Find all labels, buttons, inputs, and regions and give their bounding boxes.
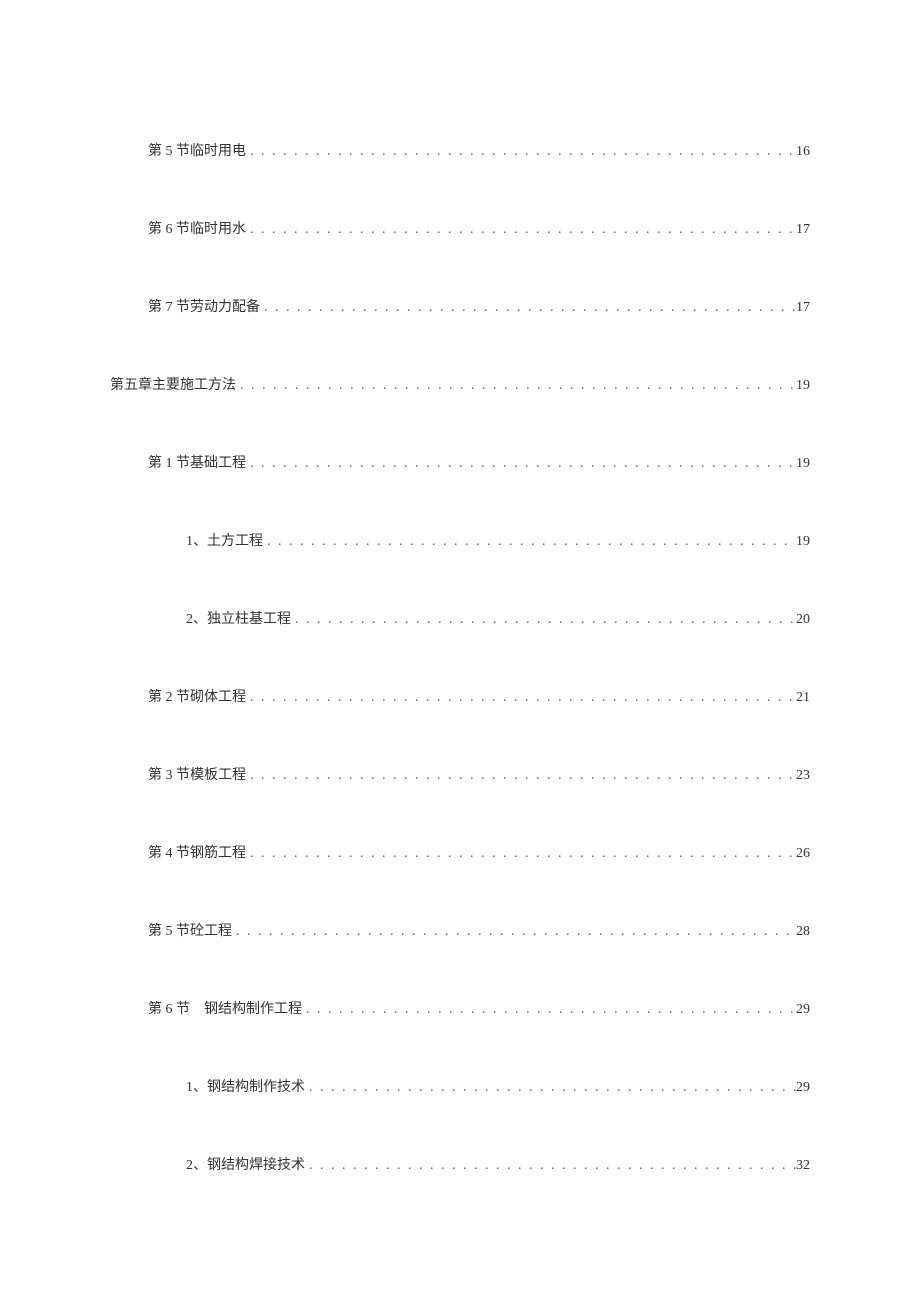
toc-dots bbox=[305, 1080, 796, 1096]
toc-page: 23 bbox=[796, 768, 810, 784]
toc-label: 第 5 节砼工程 bbox=[148, 920, 232, 940]
toc-entry: 1、土方工程 19 bbox=[110, 530, 810, 550]
toc-label: 1、土方工程 bbox=[186, 530, 263, 550]
toc-dots bbox=[232, 924, 796, 940]
toc-dots bbox=[246, 768, 796, 784]
toc-page: 29 bbox=[796, 1080, 810, 1096]
toc-page: 19 bbox=[796, 534, 810, 550]
toc-dots bbox=[246, 456, 796, 472]
toc-label: 第五章主要施工方法 bbox=[110, 374, 236, 394]
toc-page: 29 bbox=[796, 1002, 810, 1018]
toc-label: 第 3 节模板工程 bbox=[148, 764, 246, 784]
toc-label: 第 2 节砌体工程 bbox=[148, 686, 246, 706]
toc-page: 21 bbox=[796, 690, 810, 706]
toc-dots bbox=[246, 144, 796, 160]
toc-dots bbox=[263, 534, 796, 550]
toc-page: 19 bbox=[796, 456, 810, 472]
toc-page: 19 bbox=[796, 378, 810, 394]
toc-dots bbox=[246, 846, 796, 862]
toc-label: 2、钢结构焊接技术 bbox=[186, 1154, 305, 1174]
toc-page: 32 bbox=[796, 1158, 810, 1174]
toc-dots bbox=[260, 300, 796, 316]
toc-entry: 第 3 节模板工程 23 bbox=[110, 764, 810, 784]
toc-entry: 第 6 节临时用水 17 bbox=[110, 218, 810, 238]
toc-label: 第 7 节劳动力配备 bbox=[148, 296, 260, 316]
toc-page: 28 bbox=[796, 924, 810, 940]
toc-entry: 第 6 节 钢结构制作工程 29 bbox=[110, 998, 810, 1018]
toc-page: 16 bbox=[796, 144, 810, 160]
toc-label: 1、钢结构制作技术 bbox=[186, 1076, 305, 1096]
toc-entry: 第 4 节钢筋工程 26 bbox=[110, 842, 810, 862]
toc-dots bbox=[246, 222, 796, 238]
toc-dots bbox=[236, 378, 796, 394]
toc-page: 17 bbox=[796, 300, 810, 316]
toc-entry: 第 5 节临时用电 16 bbox=[110, 140, 810, 160]
toc-dots bbox=[291, 612, 796, 628]
toc-entry: 2、独立柱基工程 20 bbox=[110, 608, 810, 628]
toc-label: 2、独立柱基工程 bbox=[186, 608, 291, 628]
toc-page: 20 bbox=[796, 612, 810, 628]
toc-label: 第 4 节钢筋工程 bbox=[148, 842, 246, 862]
toc-dots bbox=[246, 690, 796, 706]
toc-entry: 第五章主要施工方法 19 bbox=[110, 374, 810, 394]
toc-page: 26 bbox=[796, 846, 810, 862]
toc-entry: 2、钢结构焊接技术 32 bbox=[110, 1154, 810, 1174]
toc-dots bbox=[305, 1158, 796, 1174]
toc-entry: 第 1 节基础工程 19 bbox=[110, 452, 810, 472]
toc-label: 第 6 节临时用水 bbox=[148, 218, 246, 238]
toc-entry: 第 7 节劳动力配备 17 bbox=[110, 296, 810, 316]
toc-entry: 第 2 节砌体工程 21 bbox=[110, 686, 810, 706]
table-of-contents: 第 5 节临时用电 16 第 6 节临时用水 17 第 7 节劳动力配备 17 第五章主要施… bbox=[110, 140, 810, 1174]
toc-page: 17 bbox=[796, 222, 810, 238]
toc-entry: 第 5 节砼工程 28 bbox=[110, 920, 810, 940]
toc-label: 第 6 节 钢结构制作工程 bbox=[148, 998, 302, 1018]
toc-label: 第 5 节临时用电 bbox=[148, 140, 246, 160]
toc-dots bbox=[302, 1002, 796, 1018]
toc-entry: 1、钢结构制作技术 29 bbox=[110, 1076, 810, 1096]
toc-label: 第 1 节基础工程 bbox=[148, 452, 246, 472]
